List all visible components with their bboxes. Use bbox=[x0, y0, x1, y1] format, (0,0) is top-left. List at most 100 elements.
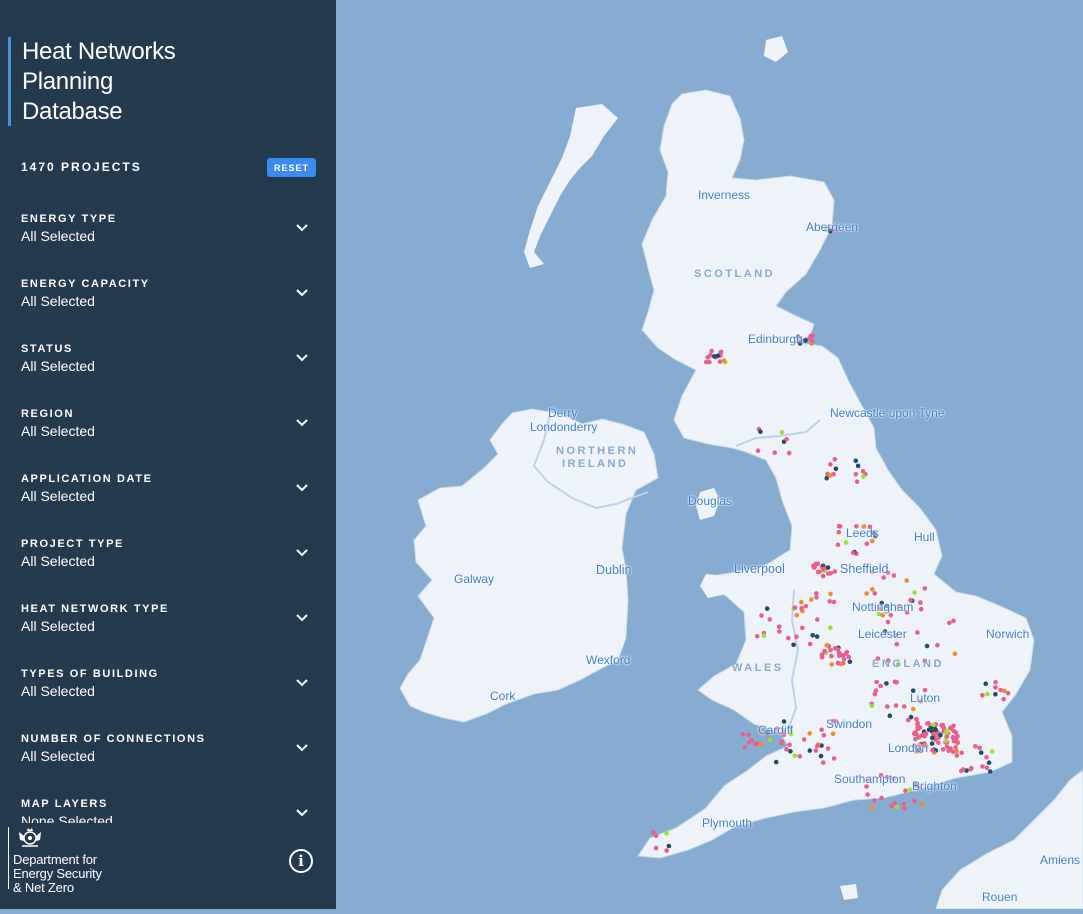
project-marker[interactable] bbox=[984, 765, 990, 771]
project-marker[interactable] bbox=[799, 600, 804, 605]
project-marker[interactable] bbox=[950, 749, 956, 755]
project-marker[interactable] bbox=[926, 727, 932, 732]
project-marker[interactable] bbox=[832, 457, 838, 462]
project-marker[interactable] bbox=[759, 613, 764, 618]
project-marker[interactable] bbox=[832, 569, 838, 574]
project-marker[interactable] bbox=[983, 681, 988, 686]
project-marker[interactable] bbox=[715, 353, 721, 359]
project-marker[interactable] bbox=[872, 798, 877, 803]
project-marker[interactable] bbox=[801, 737, 807, 742]
project-marker[interactable] bbox=[717, 359, 723, 365]
project-marker[interactable] bbox=[838, 652, 843, 658]
project-marker[interactable] bbox=[794, 634, 799, 639]
project-marker[interactable] bbox=[807, 731, 812, 736]
project-marker[interactable] bbox=[767, 617, 773, 622]
project-marker[interactable] bbox=[919, 802, 925, 807]
project-marker[interactable] bbox=[777, 629, 782, 634]
project-marker[interactable] bbox=[944, 734, 949, 739]
project-marker[interactable] bbox=[815, 569, 821, 575]
project-marker[interactable] bbox=[891, 573, 897, 578]
project-marker[interactable] bbox=[784, 747, 789, 752]
project-marker[interactable] bbox=[828, 462, 833, 467]
filter-energy-capacity[interactable]: ENERGY CAPACITY All Selected bbox=[0, 261, 336, 326]
project-marker[interactable] bbox=[952, 651, 958, 657]
project-marker[interactable] bbox=[831, 599, 837, 605]
project-marker[interactable] bbox=[901, 704, 907, 709]
project-marker[interactable] bbox=[847, 659, 853, 665]
project-marker[interactable] bbox=[797, 754, 803, 759]
project-marker[interactable] bbox=[941, 725, 947, 731]
project-marker[interactable] bbox=[821, 566, 827, 571]
project-marker[interactable] bbox=[792, 605, 798, 610]
project-marker[interactable] bbox=[776, 624, 782, 629]
project-marker[interactable] bbox=[922, 586, 928, 591]
map-canvas[interactable] bbox=[336, 0, 1083, 910]
project-marker[interactable] bbox=[772, 450, 777, 455]
project-marker[interactable] bbox=[878, 683, 883, 689]
project-marker[interactable] bbox=[800, 625, 805, 631]
project-marker[interactable] bbox=[885, 704, 890, 709]
project-marker[interactable] bbox=[824, 476, 829, 481]
project-marker[interactable] bbox=[779, 430, 785, 435]
project-marker[interactable] bbox=[885, 619, 891, 625]
project-marker[interactable] bbox=[653, 833, 659, 839]
project-marker[interactable] bbox=[864, 591, 869, 596]
project-marker[interactable] bbox=[869, 703, 875, 708]
filter-energy-type[interactable]: ENERGY TYPE All Selected bbox=[0, 196, 336, 261]
project-marker[interactable] bbox=[935, 642, 940, 648]
project-marker[interactable] bbox=[915, 726, 921, 732]
project-marker[interactable] bbox=[912, 798, 917, 804]
project-marker[interactable] bbox=[831, 756, 837, 761]
project-marker[interactable] bbox=[959, 750, 964, 756]
filter-region[interactable]: REGION All Selected bbox=[0, 391, 336, 456]
project-marker[interactable] bbox=[861, 474, 866, 479]
project-marker[interactable] bbox=[814, 634, 820, 639]
project-marker[interactable] bbox=[879, 795, 884, 801]
project-marker[interactable] bbox=[993, 692, 998, 697]
info-icon[interactable]: i bbox=[289, 849, 313, 873]
project-marker[interactable] bbox=[887, 713, 893, 718]
project-marker[interactable] bbox=[740, 732, 745, 737]
project-marker[interactable] bbox=[906, 717, 911, 723]
project-marker[interactable] bbox=[951, 738, 957, 744]
project-marker[interactable] bbox=[794, 612, 800, 618]
project-marker[interactable] bbox=[936, 740, 941, 745]
project-marker[interactable] bbox=[812, 564, 817, 570]
project-marker[interactable] bbox=[821, 733, 827, 738]
project-marker[interactable] bbox=[828, 647, 833, 653]
project-marker[interactable] bbox=[985, 691, 990, 697]
project-marker[interactable] bbox=[761, 633, 767, 638]
filter-application-date[interactable]: APPLICATION DATE All Selected bbox=[0, 456, 336, 521]
project-marker[interactable] bbox=[819, 727, 824, 733]
project-marker[interactable] bbox=[893, 703, 899, 708]
project-marker[interactable] bbox=[853, 472, 859, 477]
project-marker[interactable] bbox=[820, 760, 826, 765]
project-marker[interactable] bbox=[953, 745, 958, 750]
project-marker[interactable] bbox=[930, 747, 935, 753]
project-marker[interactable] bbox=[786, 450, 792, 456]
project-marker[interactable] bbox=[901, 801, 906, 807]
project-marker[interactable] bbox=[973, 744, 978, 749]
project-marker[interactable] bbox=[998, 687, 1003, 693]
project-marker[interactable] bbox=[892, 679, 898, 685]
project-marker[interactable] bbox=[926, 721, 931, 726]
project-marker[interactable] bbox=[977, 745, 982, 751]
project-marker[interactable] bbox=[914, 716, 919, 722]
project-marker[interactable] bbox=[951, 723, 956, 729]
project-marker[interactable] bbox=[799, 606, 804, 611]
project-marker[interactable] bbox=[980, 764, 985, 769]
project-marker[interactable] bbox=[814, 595, 819, 600]
project-marker[interactable] bbox=[836, 529, 842, 535]
project-marker[interactable] bbox=[944, 744, 950, 749]
project-marker[interactable] bbox=[993, 679, 998, 685]
project-marker[interactable] bbox=[993, 685, 998, 690]
project-marker[interactable] bbox=[984, 755, 989, 760]
project-marker[interactable] bbox=[807, 336, 813, 341]
reset-button[interactable]: RESET bbox=[267, 158, 316, 177]
filter-map-layers[interactable]: MAP LAYERS None Selected bbox=[0, 781, 336, 823]
filter-project-type[interactable]: PROJECT TYPE All Selected bbox=[0, 521, 336, 586]
project-marker[interactable] bbox=[749, 738, 755, 743]
project-marker[interactable] bbox=[810, 632, 815, 638]
project-marker[interactable] bbox=[835, 647, 841, 652]
project-marker[interactable] bbox=[864, 541, 870, 547]
